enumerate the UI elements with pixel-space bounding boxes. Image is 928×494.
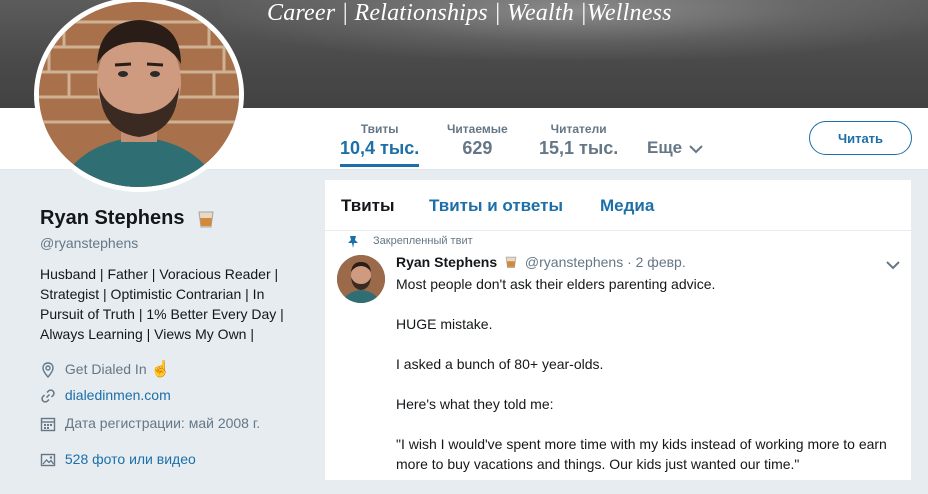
avatar-photo	[39, 2, 239, 187]
stat-value: 15,1 тыс.	[539, 138, 619, 158]
banner-text: Career | Relationships | Wealth |Wellnes…	[267, 0, 672, 26]
pin-icon	[348, 236, 358, 248]
stat-following[interactable]: Читаемые 629	[447, 122, 508, 159]
stat-label: Читатели	[550, 122, 607, 136]
stat-value: 629	[462, 138, 493, 158]
profile-joined: Дата регистрации: май 2008 г.	[40, 415, 260, 432]
pinned-text: Закрепленный твит	[373, 235, 473, 247]
profile-name-text: Ryan Stephens	[40, 207, 185, 229]
whiskey-glass-icon	[198, 211, 214, 228]
profile-name[interactable]: Ryan Stephens	[40, 207, 216, 230]
image-icon	[40, 454, 56, 467]
tab-tweets[interactable]: Твиты	[341, 196, 394, 216]
calendar-icon	[40, 418, 56, 432]
tweet-header: Ryan Stephens @ryanstephens · 2 февр.	[396, 254, 686, 270]
avatar-portrait	[39, 2, 239, 187]
tweet-avatar[interactable]	[337, 255, 385, 303]
link-icon	[41, 389, 55, 403]
pointing-hand-icon: ☝	[150, 361, 171, 378]
tweet-body: Most people don't ask their elders paren…	[396, 274, 896, 494]
joined-text: Дата регистрации: май 2008 г.	[64, 415, 261, 431]
chevron-down-icon	[689, 144, 703, 153]
profile-location: Get Dialed In ☝	[40, 359, 170, 379]
stat-followers[interactable]: Читатели 15,1 тыс.	[539, 122, 618, 159]
photos-link[interactable]: 528 фото или видео	[65, 451, 196, 467]
tweet-menu-chevron-icon[interactable]	[886, 260, 900, 270]
profile-photos: 528 фото или видео	[40, 451, 196, 468]
website-link[interactable]: dialedinmen.com	[65, 387, 171, 403]
location-pin-icon	[42, 362, 54, 379]
tweet-line: Here's what they told me:	[396, 396, 554, 412]
more-label: Еще	[647, 138, 683, 157]
profile-bio: Husband | Father | Voracious Reader | St…	[40, 266, 284, 342]
stat-label: Твиты	[360, 122, 399, 136]
stat-tweets[interactable]: Твиты 10,4 тыс.	[340, 122, 420, 167]
tab-media[interactable]: Медиа	[600, 196, 654, 216]
profile-handle[interactable]: @ryanstephens	[40, 235, 138, 251]
whiskey-glass-icon	[505, 256, 517, 268]
profile-avatar[interactable]	[34, 0, 244, 192]
stat-label: Читаемые	[447, 122, 508, 136]
tweet-handle-date[interactable]: @ryanstephens · 2 февр.	[525, 254, 686, 270]
pinned-label: Закрепленный твит	[348, 235, 473, 248]
timeline: Твиты Твиты и ответы Медиа Закрепленный …	[325, 180, 911, 480]
tab-tweets-replies[interactable]: Твиты и ответы	[429, 196, 563, 216]
tweet-line: HUGE mistake.	[396, 316, 493, 332]
tweet-line: "I wish I would've spent more time with …	[396, 436, 887, 472]
tweet-avatar-portrait	[337, 255, 385, 303]
tweet-line: Most people don't ask their elders paren…	[396, 276, 716, 292]
more-dropdown[interactable]: Еще	[647, 138, 703, 158]
tweet-line: I asked a bunch of 80+ year-olds.	[396, 356, 604, 372]
stat-value: 10,4 тыс.	[340, 138, 420, 158]
profile-website: dialedinmen.com	[40, 387, 171, 404]
location-text: Get Dialed In	[64, 361, 147, 377]
timeline-tabs: Твиты Твиты и ответы Медиа	[325, 180, 911, 231]
follow-button[interactable]: Читать	[809, 121, 912, 155]
tweet-author-name[interactable]: Ryan Stephens	[396, 254, 497, 270]
